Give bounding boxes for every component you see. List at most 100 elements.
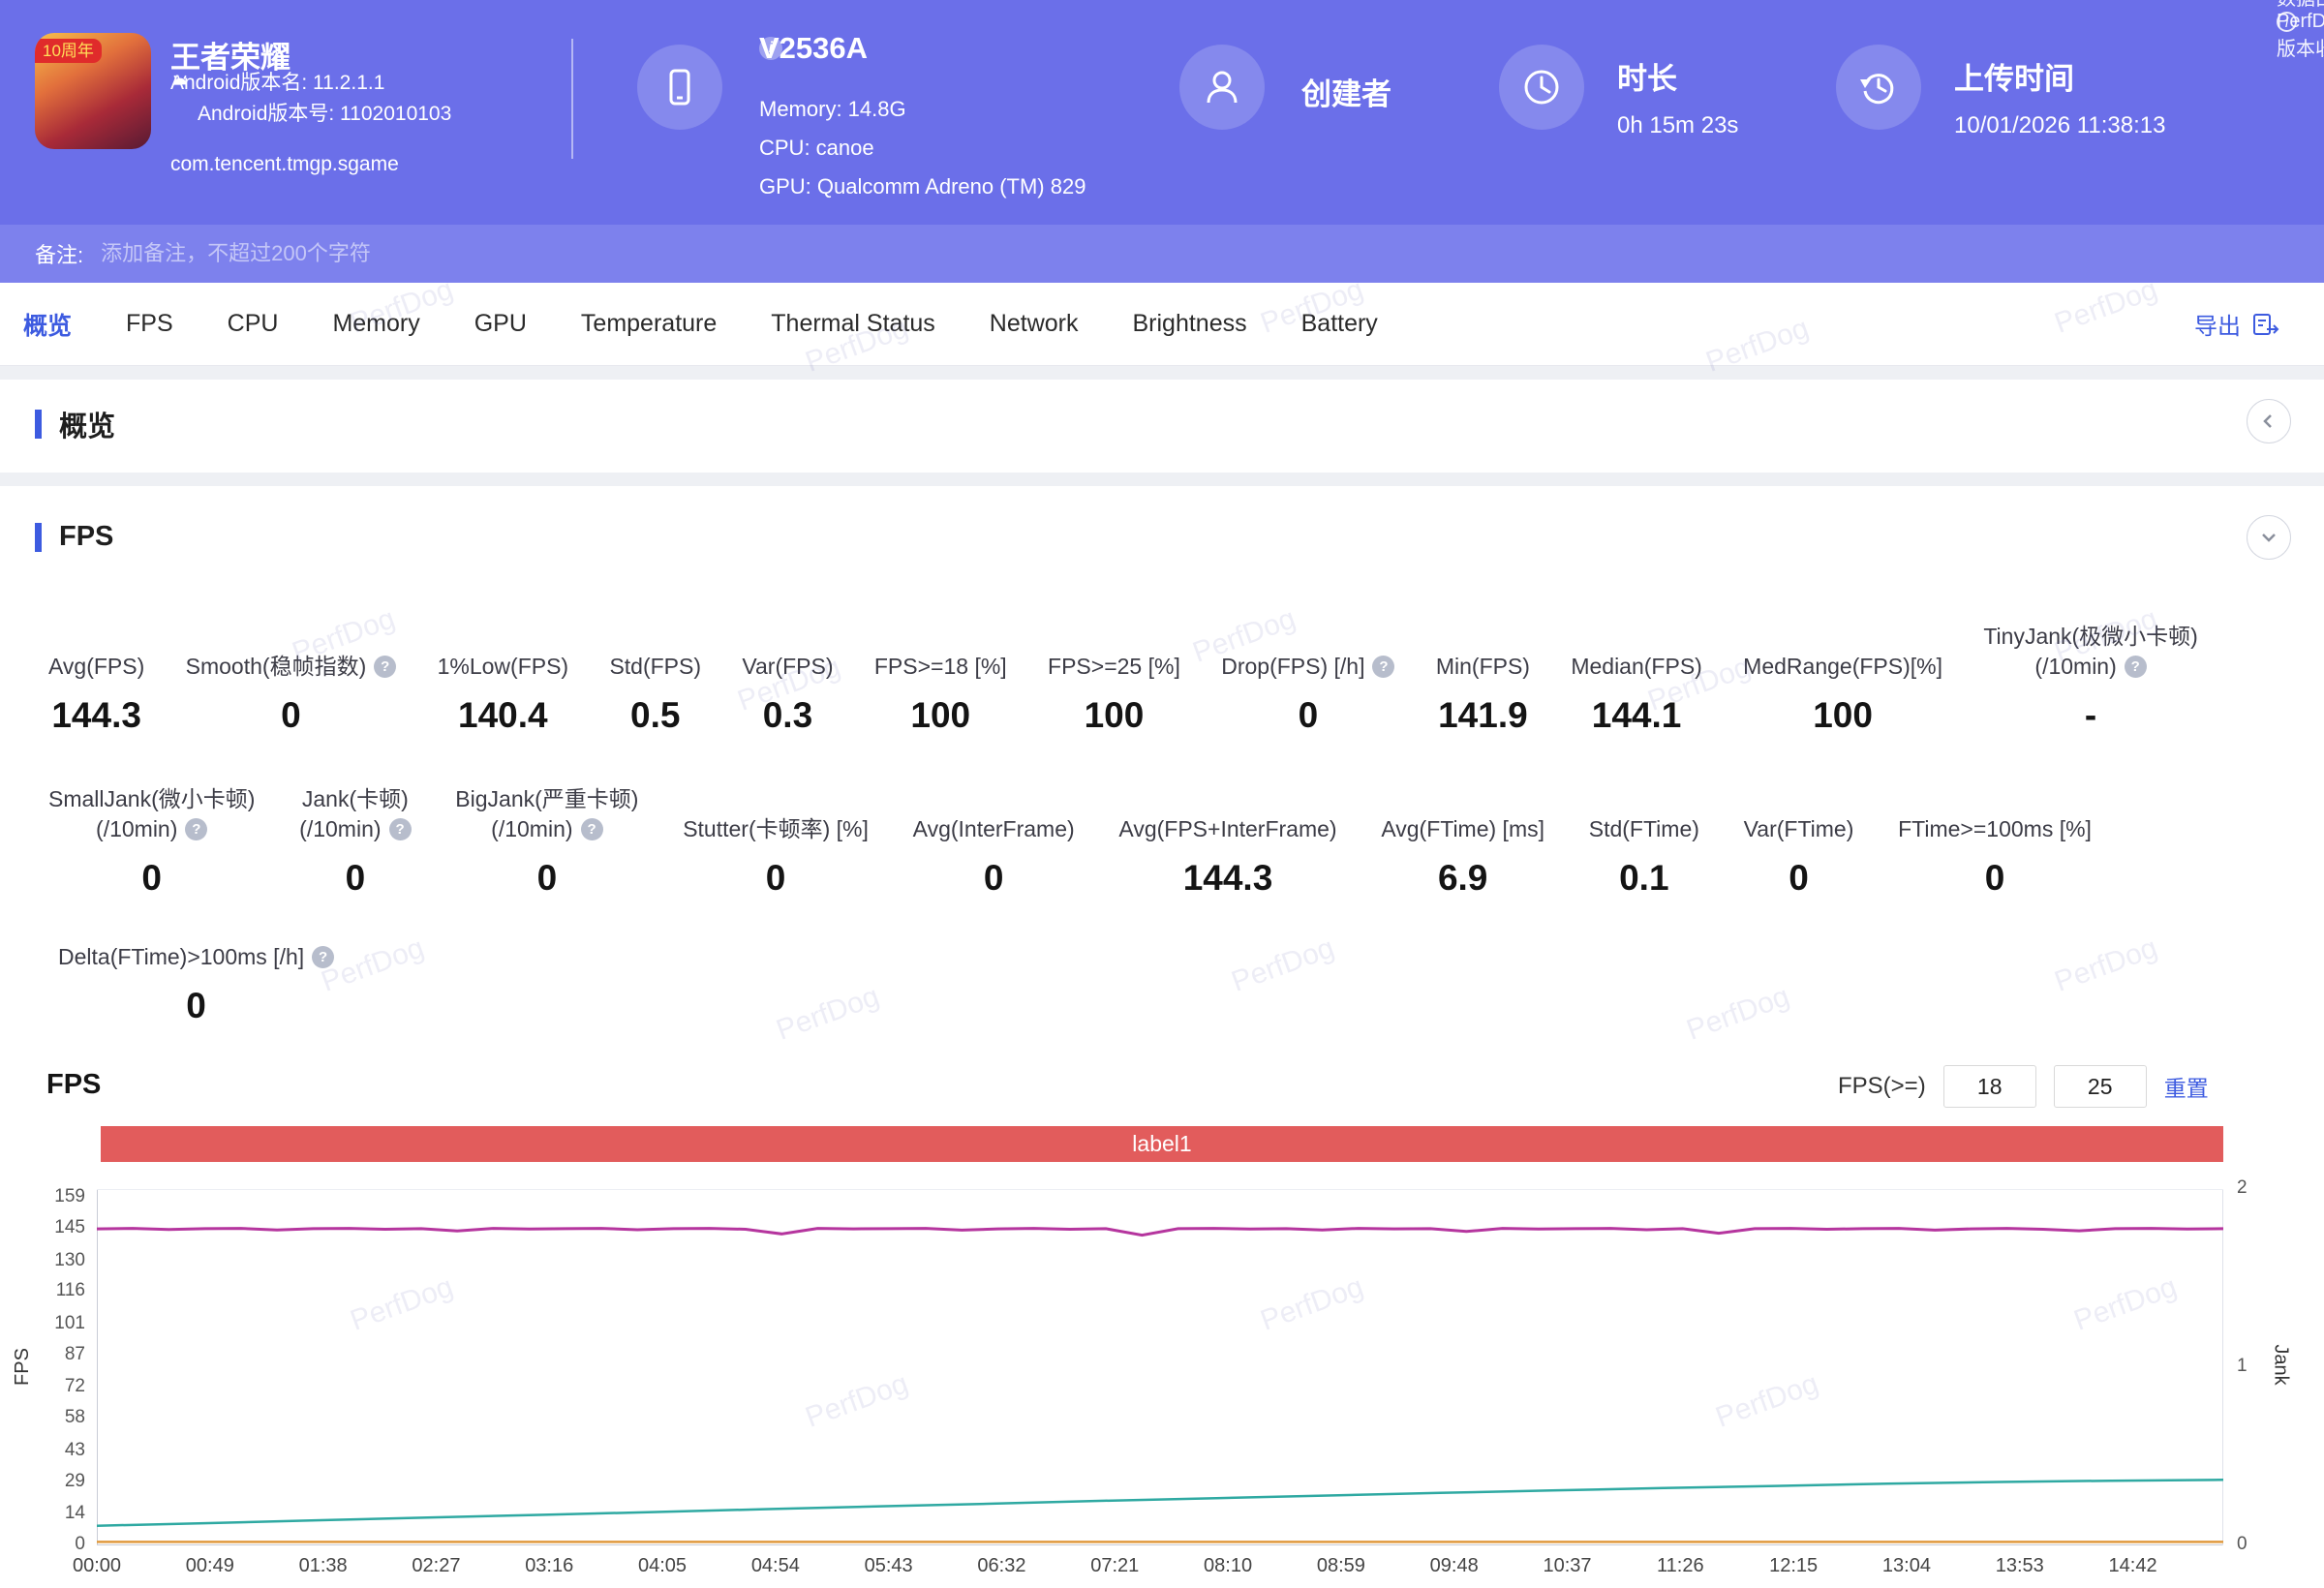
tab-概览[interactable]: 概览 [23, 307, 72, 342]
help-icon[interactable]: ? [1372, 656, 1395, 678]
help-icon[interactable]: ? [312, 946, 335, 968]
chevron-down-icon [2262, 534, 2276, 542]
metric-label: Min(FPS) [1436, 652, 1530, 682]
perfdog-report-page: 10周年 王者荣耀 Android版本名: 11.2.1.1 Android版本… [0, 0, 2324, 1588]
metric-label: TinyJank(极微小卡顿) [1983, 622, 2198, 652]
metric-value: 0 [141, 858, 162, 898]
tab-Network[interactable]: Network [990, 310, 1079, 338]
metric-label: Std(FTime) [1589, 814, 1699, 844]
overview-card [0, 380, 2324, 473]
metric-value: 100 [1813, 695, 1873, 735]
package-name: com.tencent.tmgp.sgame [170, 153, 399, 175]
note-input[interactable] [99, 240, 2289, 267]
metric-label-text: Avg(FPS) [48, 654, 145, 679]
metric-value: 6.9 [1437, 858, 1488, 898]
device-model: V2536A [759, 31, 869, 65]
tab-Brightness[interactable]: Brightness [1132, 310, 1246, 338]
collect-note: i 数据由PerfDog(11.3.250764)版本收集 [2277, 0, 2324, 60]
fps-chart-title: FPS [46, 1069, 102, 1100]
metric-value: 0 [983, 858, 1004, 898]
help-icon[interactable]: ? [185, 818, 208, 840]
metric-cell: Drop(FPS) [/h]? 0 [1221, 620, 1395, 736]
upload-label: 上传时间 [1954, 62, 2074, 96]
metric-cell: Median(FPS) 144.1 [1571, 620, 1701, 736]
metric-label-text: FPS>=25 [%] [1048, 654, 1180, 679]
metric-cell: FPS>=25 [%] 100 [1048, 620, 1180, 736]
metric-label: Avg(FTime) [ms] [1381, 814, 1544, 844]
tab-Battery[interactable]: Battery [1301, 310, 1378, 338]
reset-button[interactable]: 重置 [2164, 1070, 2209, 1103]
duration-clock-icon [1499, 45, 1584, 130]
tab-GPU[interactable]: GPU [474, 310, 527, 338]
overview-section-title: 概览 [35, 404, 115, 444]
metric-label-text: Smooth(稳帧指数) [185, 654, 367, 679]
metric-label-area: Std(FPS) [609, 620, 701, 682]
metric-label-area: Avg(FPS+InterFrame) [1118, 782, 1336, 844]
metric-label-area: Median(FPS) [1571, 620, 1701, 682]
metric-label-area: FPS>=25 [%] [1048, 620, 1180, 682]
threshold-input-2[interactable] [2053, 1065, 2147, 1108]
metric-cell: MedRange(FPS)[%] 100 [1743, 620, 1942, 736]
metric-value: 0 [765, 858, 786, 898]
fps-section-title: FPS [35, 521, 113, 553]
metric-label-text: Jank(卡顿) [301, 786, 409, 811]
metric-label: 1%Low(FPS) [438, 652, 568, 682]
collapse-button-overview[interactable] [2247, 399, 2291, 443]
metric-label: Stutter(卡顿率) [%] [683, 814, 869, 844]
metric-label-area: Var(FTime) [1744, 782, 1854, 844]
metric-label: Smooth(稳帧指数)? [186, 652, 397, 682]
note-bar: 备注: [0, 225, 2324, 283]
tabs-list: 概览 FPS CPU Memory GPU Temperature Thermal Stat… [23, 307, 1432, 342]
metric-label-text: FPS>=18 [%] [873, 654, 1007, 679]
metric-cell: BigJank(严重卡顿) (/10min)? 0 [455, 782, 638, 899]
metric-cell: Avg(FPS) 144.3 [48, 620, 144, 736]
help-icon[interactable]: ? [2124, 656, 2147, 678]
metric-label-area: BigJank(严重卡顿) (/10min)? [455, 782, 638, 844]
collapse-button-fps[interactable] [2247, 515, 2291, 560]
metric-label: FPS>=25 [%] [1048, 652, 1180, 682]
duration-label: 时长 [1617, 62, 1677, 96]
help-icon[interactable]: ? [374, 656, 397, 678]
phone-icon [637, 45, 722, 130]
metric-label-text: (/10min) [2034, 654, 2117, 679]
metric-cell: Var(FTime) 0 [1744, 782, 1854, 899]
metric-cell: Std(FTime) 0.1 [1589, 782, 1699, 899]
metric-value: 0 [536, 858, 558, 898]
metric-value: 144.3 [51, 695, 141, 735]
export-button[interactable]: 导出 [2194, 307, 2281, 341]
metric-label: FTime>=100ms [%] [1898, 814, 2092, 844]
metric-label-text: Var(FTime) [1743, 816, 1854, 841]
metric-cell: FTime>=100ms [%] 0 [1898, 782, 2092, 899]
tab-Memory[interactable]: Memory [332, 310, 419, 338]
fps-threshold-label: FPS(>=) [1838, 1073, 1926, 1099]
metric-label-text: (/10min) [491, 816, 573, 841]
metric-cell: Jank(卡顿) (/10min)? 0 [299, 782, 412, 899]
metric-label-area: 1%Low(FPS) [438, 620, 568, 682]
threshold-input-1[interactable] [1942, 1065, 2036, 1108]
metric-label-area: FTime>=100ms [%] [1898, 782, 2092, 844]
y-axis-title-jank: Jank [2270, 1344, 2292, 1386]
metric-value: 0 [1298, 695, 1319, 735]
metric-cell: Avg(FPS+InterFrame) 144.3 [1118, 782, 1336, 899]
metric-label-text: Avg(FPS+InterFrame) [1118, 816, 1337, 841]
chevron-left-icon [2263, 414, 2272, 428]
metric-value: 0 [186, 986, 206, 1025]
metric-label-text: Var(FPS) [742, 654, 834, 679]
duration-value: 0h 15m 23s [1617, 112, 1739, 138]
app-badge: 10周年 [35, 39, 102, 63]
metric-value: 100 [1084, 695, 1145, 735]
chart-banner: label1 [101, 1126, 2223, 1162]
metric-cell: Std(FPS) 0.5 [609, 620, 701, 736]
metric-cell: 1%Low(FPS) 140.4 [438, 620, 568, 736]
tab-FPS[interactable]: FPS [126, 310, 173, 338]
metric-label-area: SmallJank(微小卡顿) (/10min)? [48, 782, 255, 844]
help-icon[interactable]: ? [580, 818, 603, 840]
metric-value: - [2084, 695, 2097, 735]
tab-CPU[interactable]: CPU [228, 310, 279, 338]
metrics-row-3: Delta(FTime)>100ms [/h]? 0 [58, 910, 335, 1026]
help-icon[interactable]: ? [388, 818, 412, 840]
tab-Thermal Status[interactable]: Thermal Status [771, 310, 935, 338]
metric-label: Jank(卡顿) [302, 784, 409, 814]
tab-Temperature[interactable]: Temperature [581, 310, 717, 338]
metric-label-area: Smooth(稳帧指数)? [186, 620, 397, 682]
